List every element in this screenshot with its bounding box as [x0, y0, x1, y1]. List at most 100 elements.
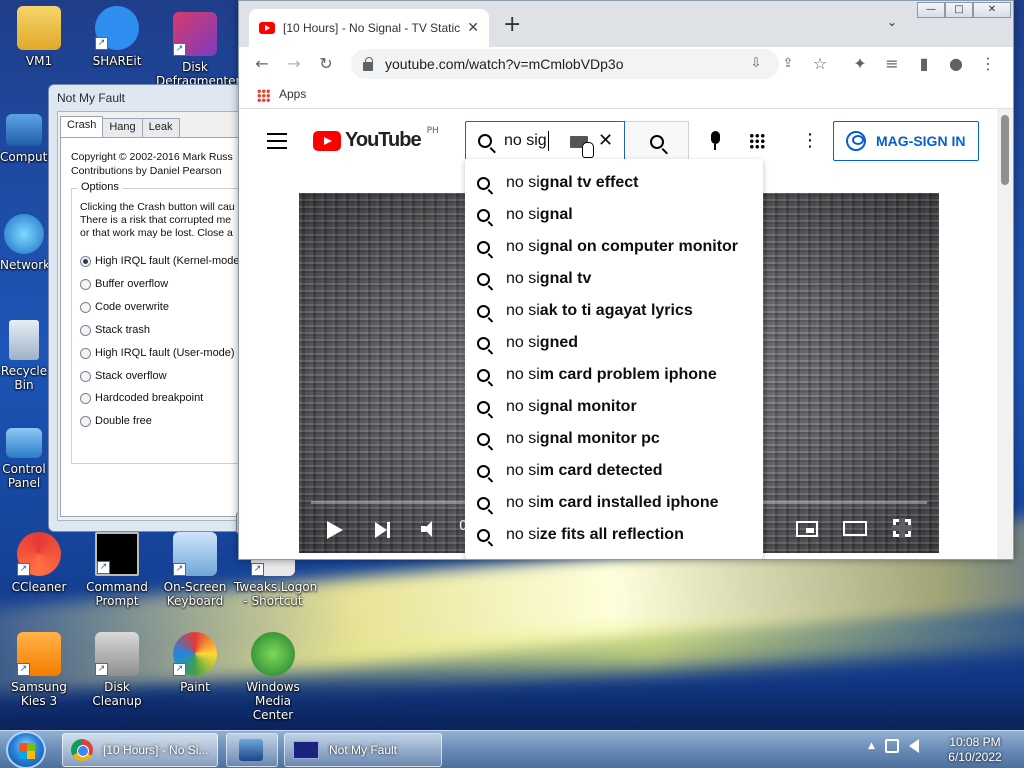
forward-arrow-icon[interactable]: → [283, 53, 305, 75]
volume-icon[interactable] [421, 521, 437, 537]
youtube-logo[interactable]: YouTube PH [313, 126, 439, 152]
desktop-icon-disk-cleanup[interactable]: ↗ Disk Cleanup [78, 632, 156, 708]
suggestion-item[interactable]: no si ze fits all reflection [465, 519, 763, 551]
desktop-icon-command-prompt[interactable]: ↗ Command Prompt [78, 532, 156, 608]
scrollbar-thumb[interactable] [1001, 115, 1009, 185]
browser-tab-active[interactable]: [10 Hours] - No Signal - TV Static ✕ [249, 9, 489, 47]
desktop-icon-vm1[interactable]: VM1 [0, 6, 78, 68]
desktop-icon-shareit[interactable]: ↗ SHAREit [78, 6, 156, 68]
taskbar-item-pinned-app[interactable] [226, 733, 278, 767]
options-group: Options Clicking the Crash button will c… [71, 181, 261, 464]
system-tray: ▲ [868, 739, 919, 753]
side-panel-icon[interactable]: ▮ [913, 53, 935, 75]
radio-label: Double free [95, 415, 152, 427]
suggestion-item[interactable]: no si gnal monitor [465, 391, 763, 423]
microphone-icon[interactable] [709, 131, 721, 151]
media-queue-icon[interactable]: ≡ [881, 53, 903, 75]
taskbar-item-chrome[interactable]: [10 Hours] - No Si... [62, 733, 218, 767]
suggestion-item[interactable]: no si m card installed iphone [465, 487, 763, 519]
maximize-button[interactable]: □ [945, 2, 973, 18]
radio-hardcoded-breakpoint[interactable]: Hardcoded breakpoint [80, 392, 203, 404]
desktop-icon-samsung-kies[interactable]: ↗ Samsung Kies 3 [0, 632, 78, 708]
share-icon[interactable]: ⇪ [777, 53, 799, 75]
search-button[interactable] [625, 121, 689, 161]
settings-more-icon[interactable]: ⋮ [801, 131, 819, 151]
radio-buffer-overflow[interactable]: Buffer overflow [80, 278, 168, 290]
desktop-icon-control-panel[interactable]: Control Panel [0, 428, 48, 490]
taskbar-item-notmyfault[interactable]: Not My Fault [284, 733, 442, 767]
contributions-line: Contributions by Daniel Pearson [71, 165, 222, 177]
suggestion-completion: gnal [539, 206, 573, 223]
volume-speaker-icon[interactable] [908, 739, 919, 753]
radio-high-irql-kernel[interactable]: High IRQL fault (Kernel-mode [80, 255, 240, 267]
radio-label: High IRQL fault (User-mode) [95, 347, 235, 359]
start-button[interactable] [6, 731, 46, 768]
suggestion-item[interactable]: no si gnal [465, 199, 763, 231]
shareit-icon: ↗ [95, 6, 139, 50]
extensions-puzzle-icon[interactable]: ✦ [849, 53, 871, 75]
next-video-icon[interactable] [375, 522, 390, 538]
hamburger-menu-icon[interactable] [267, 133, 287, 149]
tab-crash[interactable]: Crash [60, 116, 104, 138]
suggestion-item[interactable]: no si m card problem iphone [465, 359, 763, 391]
radio-dot [80, 324, 91, 336]
reload-icon[interactable]: ↻ [315, 53, 337, 75]
radio-stack-overflow[interactable]: Stack overflow [80, 370, 167, 382]
network-status-icon[interactable] [884, 739, 899, 753]
suggestion-typed: no si [506, 430, 540, 447]
play-icon[interactable] [327, 521, 343, 539]
taskbar-item-label: [10 Hours] - No Si... [103, 743, 209, 757]
tab-leak[interactable]: Leak [141, 118, 180, 138]
search-query: no sig [504, 132, 547, 149]
taskbar-clock[interactable]: 10:08 PM 6/10/2022 [940, 735, 1010, 765]
radio-double-free[interactable]: Double free [80, 415, 152, 427]
page-scrollbar[interactable] [997, 109, 1013, 559]
country-code: PH [426, 125, 439, 136]
show-hidden-icons-icon[interactable]: ▲ [868, 741, 875, 751]
suggestion-typed: no si [506, 526, 540, 543]
desktop-icon-computer[interactable]: Computer [0, 114, 48, 164]
suggestion-item[interactable]: no si ak to ti agayat lyrics [465, 295, 763, 327]
tab-bar: Crash Hang Leak [60, 116, 180, 138]
desktop-icon-disk-defragmenter[interactable]: ↗ Disk Defragmenter [156, 12, 240, 88]
miniplayer-icon[interactable] [796, 521, 818, 537]
radio-high-irql-user[interactable]: High IRQL fault (User-mode) [80, 347, 235, 359]
bookmark-star-icon[interactable]: ☆ [809, 53, 831, 75]
search-input[interactable]: no sig ✕ [465, 121, 625, 161]
suggestion-item[interactable]: no si gnal monitor pc [465, 423, 763, 455]
radio-code-overwrite[interactable]: Code overwrite [80, 301, 169, 313]
text-caret [547, 131, 549, 151]
close-window-button[interactable]: ✕ [973, 2, 1011, 18]
suggestion-completion: gnal monitor pc [539, 430, 660, 447]
suggestion-item[interactable]: no si gned [465, 327, 763, 359]
tab-close-icon[interactable]: ✕ [467, 20, 479, 36]
desktop-icon-on-screen-keyboard[interactable]: ↗ On-Screen Keyboard [156, 532, 234, 608]
install-app-icon[interactable]: ⇩ [745, 53, 767, 75]
desktop-icon-ccleaner[interactable]: ↗ CCleaner [0, 532, 78, 594]
radio-stack-trash[interactable]: Stack trash [80, 324, 150, 336]
bookmark-apps[interactable]: Apps [279, 87, 306, 101]
suggestion-item[interactable]: no si gnal tv [465, 263, 763, 295]
suggestion-item[interactable]: no si gnal tv effect [465, 167, 763, 199]
sign-in-button[interactable]: MAG-SIGN IN [833, 121, 979, 161]
profile-avatar-icon[interactable]: ● [945, 53, 967, 75]
tab-search-icon[interactable]: ⌄ [887, 15, 897, 29]
theater-mode-icon[interactable] [843, 521, 867, 536]
desktop-icon-windows-media-center[interactable]: Windows Media Center [234, 632, 312, 722]
suggestion-item[interactable]: no si m card detected [465, 455, 763, 487]
youtube-apps-grid-icon[interactable] [749, 133, 765, 149]
browser-menu-icon[interactable]: ⋮ [977, 53, 999, 75]
new-tab-button[interactable]: + [503, 13, 521, 37]
desktop-icon-recycle-bin[interactable]: Recycle Bin [0, 320, 48, 392]
tab-hang[interactable]: Hang [102, 118, 143, 138]
minimize-button[interactable]: — [917, 2, 945, 18]
desktop-icon-network[interactable]: Network [0, 214, 48, 272]
suggestion-item[interactable]: no si gnal on computer monitor [465, 231, 763, 263]
fullscreen-icon[interactable] [892, 518, 912, 538]
pinned-app-icon [239, 739, 263, 761]
address-bar[interactable]: youtube.com/watch?v=mCmlobVDp3o [351, 49, 779, 79]
apps-grid-icon [257, 89, 270, 102]
back-arrow-icon[interactable]: ← [251, 53, 273, 75]
clear-search-icon[interactable]: ✕ [598, 130, 613, 151]
desktop-icon-paint[interactable]: ↗ Paint [156, 632, 234, 694]
